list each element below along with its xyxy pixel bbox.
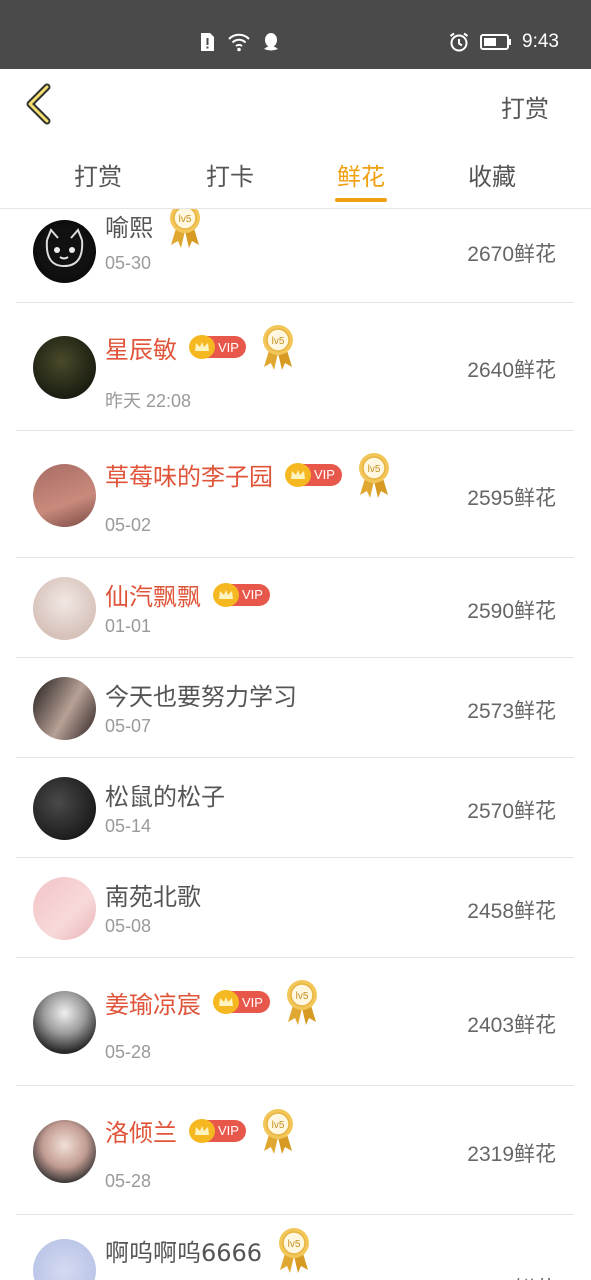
flower-amount: 2595鲜花 — [467, 486, 556, 510]
activity-date: 昨天 22:08 — [105, 391, 192, 411]
user-name[interactable]: 喻熙 — [105, 209, 153, 243]
user-avatar[interactable] — [33, 220, 96, 283]
user-name[interactable]: 今天也要努力学习 — [105, 677, 297, 712]
vip-label: VIP — [242, 994, 263, 1010]
level-medal-icon: lv5 — [358, 452, 389, 498]
level-medal-icon: lv5 — [279, 1228, 310, 1273]
user-avatar[interactable] — [33, 463, 96, 527]
list-item[interactable]: 啊呜啊呜6666 lv5 2260鲜花 — [16, 1215, 574, 1280]
level-medal-icon: lv5 — [286, 980, 317, 1025]
list-item[interactable]: 草莓味的李子园 VIP lv5 05-02 2595鲜花 — [16, 431, 574, 558]
crown-icon — [213, 582, 239, 607]
wifi-icon — [228, 33, 250, 52]
activity-date: 05-08 — [105, 916, 152, 936]
user-name[interactable]: 南苑北歌 — [105, 877, 201, 912]
crown-icon — [189, 1118, 215, 1143]
user-avatar[interactable] — [33, 1239, 96, 1280]
list-item[interactable]: 喻熙 lv5 05-30 2670鲜花 — [16, 209, 574, 303]
chevron-left-icon — [26, 83, 51, 125]
medal-level-label: lv5 — [296, 991, 309, 1002]
crown-icon — [189, 335, 215, 359]
user-name[interactable]: 洛倾兰 — [105, 1113, 177, 1148]
flower-amount: 2403鲜花 — [467, 1014, 556, 1037]
flower-amount: 2570鲜花 — [467, 800, 556, 823]
vip-label: VIP — [314, 467, 335, 482]
medal-level-label: lv5 — [179, 214, 192, 225]
flower-amount: 2319鲜花 — [467, 1142, 556, 1166]
vip-label: VIP — [242, 587, 263, 602]
list-item[interactable]: 星辰敏 VIP lv5 昨天 22:08 2640鲜花 — [16, 303, 574, 431]
user-avatar[interactable] — [33, 336, 96, 399]
medal-level-label: lv5 — [288, 1239, 301, 1250]
active-tab-indicator — [335, 198, 387, 202]
medal-level-label: lv5 — [272, 336, 285, 347]
user-avatar[interactable] — [33, 777, 96, 840]
level-medal-icon: lv5 — [170, 209, 200, 248]
user-name[interactable]: 草莓味的李子园 — [105, 457, 273, 492]
vip-badge: VIP — [189, 335, 246, 359]
user-avatar[interactable] — [33, 991, 96, 1054]
user-avatar[interactable] — [33, 577, 96, 640]
flower-amount: 2640鲜花 — [467, 359, 556, 382]
tab-checkin[interactable]: 打卡 — [190, 157, 270, 192]
top-header: 打赏 — [0, 69, 591, 139]
activity-date: 05-02 — [105, 514, 152, 535]
vip-badge: VIP — [213, 582, 270, 607]
activity-date: 05-07 — [105, 716, 152, 736]
list-item[interactable]: 今天也要努力学习 05-07 2573鲜花 — [16, 658, 574, 758]
flower-amount: 2458鲜花 — [467, 900, 556, 923]
user-name[interactable]: 星辰敏 — [105, 330, 177, 365]
status-system-icons: 9:43 — [448, 31, 559, 53]
user-name[interactable]: 仙汽飘飘 — [105, 577, 201, 612]
activity-date: 01-01 — [105, 616, 152, 636]
flower-amount: 2590鲜花 — [467, 600, 556, 623]
vip-badge: VIP — [213, 990, 270, 1014]
list-item[interactable]: 松鼠的松子 05-14 2570鲜花 — [16, 758, 574, 858]
tab-favorites[interactable]: 收藏 — [452, 157, 532, 192]
vip-badge: VIP — [285, 462, 342, 487]
list-item[interactable]: 南苑北歌 05-08 2458鲜花 — [16, 858, 574, 958]
user-name[interactable]: 啊呜啊呜6666 — [105, 1233, 262, 1268]
status-bar: 9:43 — [0, 0, 591, 69]
activity-date: 05-14 — [105, 816, 152, 836]
flower-amount: 2670鲜花 — [467, 243, 556, 266]
list-item[interactable]: 姜瑜凉宸 VIP lv5 05-28 2403鲜花 — [16, 958, 574, 1086]
flower-amount: 2573鲜花 — [467, 700, 556, 723]
flower-ranking-list: 喻熙 lv5 05-30 2670鲜花星辰敏 VIP lv5 昨天 22:08 2640鲜花草… — [0, 209, 591, 1280]
user-name[interactable]: 松鼠的松子 — [105, 777, 225, 812]
crown-icon — [213, 990, 239, 1014]
alarm-icon — [449, 32, 469, 52]
status-time: 9:43 — [522, 31, 559, 52]
user-avatar[interactable] — [33, 877, 96, 940]
back-button[interactable] — [18, 81, 62, 127]
activity-date: 05-28 — [105, 1042, 152, 1062]
list-item[interactable]: 洛倾兰 VIP lv5 05-28 2319鲜花 — [16, 1086, 574, 1215]
activity-date: 05-30 — [105, 253, 152, 273]
status-notification-icons — [196, 31, 282, 53]
vip-badge: VIP — [189, 1118, 246, 1143]
tab-bar: 打赏 打卡 鲜花 收藏 — [0, 139, 591, 209]
user-avatar[interactable] — [33, 1119, 96, 1183]
reward-action-button[interactable]: 打赏 — [501, 89, 549, 124]
list-item[interactable]: 仙汽飘飘 VIP 01-01 2590鲜花 — [16, 558, 574, 658]
level-medal-icon: lv5 — [262, 325, 293, 370]
tab-reward[interactable]: 打赏 — [58, 157, 138, 192]
flower-amount: 2260鲜花 — [467, 1273, 556, 1280]
sim-alert-icon — [201, 33, 214, 51]
medal-level-label: lv5 — [272, 1120, 285, 1131]
user-name[interactable]: 姜瑜凉宸 — [105, 985, 201, 1020]
vip-label: VIP — [218, 339, 239, 355]
crown-icon — [285, 462, 311, 487]
qq-icon — [264, 33, 278, 51]
user-avatar[interactable] — [33, 677, 96, 740]
vip-label: VIP — [218, 1123, 239, 1138]
cat-face-icon — [45, 228, 84, 268]
level-medal-icon: lv5 — [262, 1108, 293, 1154]
battery-icon — [480, 34, 512, 50]
activity-date: 05-28 — [105, 1170, 152, 1191]
tab-flowers[interactable]: 鲜花 — [321, 157, 401, 192]
medal-level-label: lv5 — [368, 464, 381, 475]
